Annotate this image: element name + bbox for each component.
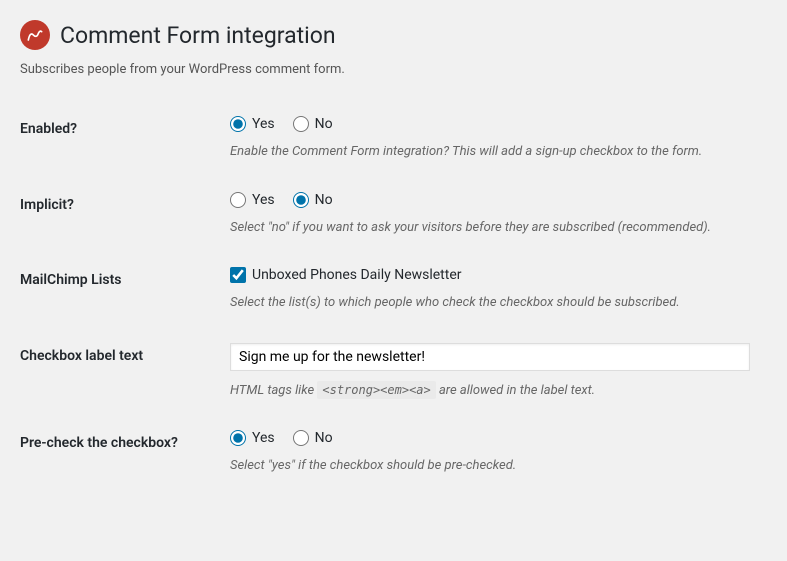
precheck-yes-radio[interactable] — [230, 430, 246, 446]
page-header: Comment Form integration — [20, 20, 767, 50]
implicit-description: Select "no" if you want to ask your visi… — [230, 218, 757, 238]
enabled-description: Enable the Comment Form integration? Thi… — [230, 142, 757, 162]
implicit-no-radio[interactable] — [293, 192, 309, 208]
implicit-no-option[interactable]: No — [293, 192, 333, 208]
precheck-yes-label: Yes — [252, 430, 275, 446]
checkbox-text-label: Checkbox label text — [20, 328, 220, 416]
implicit-yes-option[interactable]: Yes — [230, 192, 275, 208]
implicit-label: Implicit? — [20, 177, 220, 253]
lists-label: MailChimp Lists — [20, 252, 220, 328]
enabled-yes-label: Yes — [252, 116, 275, 132]
precheck-yes-option[interactable]: Yes — [230, 430, 275, 446]
precheck-description: Select "yes" if the checkbox should be p… — [230, 456, 757, 476]
page-title: Comment Form integration — [60, 22, 336, 49]
settings-form: Enabled? Yes No Enable the Comment Form … — [20, 101, 767, 491]
precheck-no-option[interactable]: No — [293, 430, 333, 446]
checkbox-text-description: HTML tags like <strong><em><a> are allow… — [230, 381, 757, 401]
enabled-label: Enabled? — [20, 101, 220, 177]
implicit-no-label: No — [315, 192, 333, 208]
enabled-no-option[interactable]: No — [293, 116, 333, 132]
enabled-no-radio[interactable] — [293, 116, 309, 132]
precheck-no-radio[interactable] — [293, 430, 309, 446]
list-checkbox[interactable] — [230, 267, 246, 283]
implicit-yes-radio[interactable] — [230, 192, 246, 208]
enabled-no-label: No — [315, 116, 333, 132]
list-item-label: Unboxed Phones Daily Newsletter — [252, 267, 462, 283]
page-subtitle: Subscribes people from your WordPress co… — [20, 62, 767, 77]
checkbox-text-input[interactable] — [230, 343, 750, 371]
allowed-tags-code: <strong><em><a> — [317, 381, 435, 399]
lists-description: Select the list(s) to which people who c… — [230, 293, 757, 313]
list-option[interactable]: Unboxed Phones Daily Newsletter — [230, 267, 757, 283]
enabled-yes-radio[interactable] — [230, 116, 246, 132]
enabled-yes-option[interactable]: Yes — [230, 116, 275, 132]
precheck-label: Pre-check the checkbox? — [20, 415, 220, 491]
precheck-no-label: No — [315, 430, 333, 446]
mailchimp-logo-icon — [20, 20, 50, 50]
implicit-yes-label: Yes — [252, 192, 275, 208]
